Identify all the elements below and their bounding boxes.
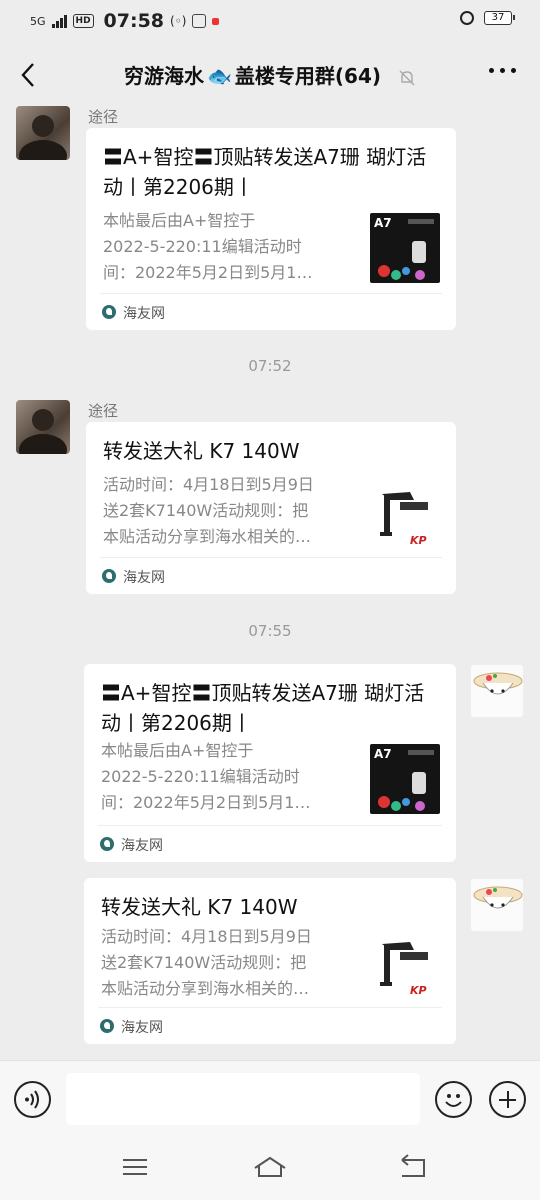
timestamp: 07:55 <box>248 622 292 640</box>
message-input[interactable] <box>66 1073 420 1125</box>
battery-icon: 37 <box>484 11 515 25</box>
card-title: 〓A+智控〓顶贴转发送A7珊 瑚灯活动丨第2206期丨 <box>103 145 427 199</box>
fish-emoji: 🐟 <box>207 64 232 88</box>
avatar[interactable] <box>16 400 70 454</box>
link-card[interactable]: 转发送大礼 K7 140W 活动时间：4月18日到5月9日 送2套K7140W活动… <box>86 422 456 594</box>
svg-text:KP: KP <box>410 984 427 997</box>
screen-icon <box>192 14 207 28</box>
card-title: 转发送大礼 K7 140W <box>103 439 300 463</box>
return-icon[interactable] <box>394 1152 430 1182</box>
link-card[interactable]: 〓A+智控〓顶贴转发送A7珊 瑚灯活动丨第2206期丨 本帖最后由A+智控于 20… <box>86 128 456 330</box>
link-card[interactable]: 〓A+智控〓顶贴转发送A7珊 瑚灯活动丨第2206期丨 本帖最后由A+智控于 20… <box>84 664 456 862</box>
status-right: 37 <box>460 11 515 25</box>
source-icon <box>100 837 114 851</box>
card-description: 活动时间：4月18日到5月9日 送2套K7140W活动规则：把 本贴活动分享到海水相… <box>103 475 314 546</box>
status-time: 07:58 <box>103 10 165 32</box>
more-dots-icon[interactable] <box>489 68 516 73</box>
voice-icon <box>25 1090 39 1109</box>
timestamp: 07:52 <box>248 357 292 375</box>
card-title: 〓A+智控〓顶贴转发送A7珊 瑚灯活动丨第2206期丨 <box>101 681 425 735</box>
card-source: 海友网 <box>98 825 442 862</box>
source-icon <box>102 569 116 583</box>
card-description: 本帖最后由A+智控于 2022-5-220:11编辑活动时 间：2022年5月2日到… <box>101 741 311 812</box>
battery-level: 37 <box>491 12 505 23</box>
message-outgoing: 〓A+智控〓顶贴转发送A7珊 瑚灯活动丨第2206期丨 本帖最后由A+智控于 20… <box>0 662 540 864</box>
avatar[interactable] <box>16 106 70 160</box>
chat-title-text-1: 穷游海水 <box>124 64 204 88</box>
card-thumbnail: A7 <box>370 213 440 283</box>
card-description: 本帖最后由A+智控于 2022-5-220:11编辑活动时 间：2022年5月2日到… <box>103 211 313 282</box>
source-icon <box>102 305 116 319</box>
source-name: 海友网 <box>121 1020 163 1036</box>
input-bar <box>0 1060 540 1141</box>
card-description: 活动时间：4月18日到5月9日 送2套K7140W活动规则：把 本贴活动分享到海水相… <box>101 927 312 998</box>
avatar[interactable] <box>470 878 524 932</box>
sender-name: 途径 <box>88 108 119 126</box>
emoji-button[interactable] <box>435 1081 472 1118</box>
emoji-icon <box>445 1094 462 1107</box>
network-type: 5G <box>30 14 46 28</box>
card-title: 转发送大礼 K7 140W <box>101 895 298 919</box>
card-thumbnail: KP <box>370 480 440 550</box>
avatar[interactable] <box>470 664 524 718</box>
status-left: 5G HD 07:58 (◦) <box>30 10 220 32</box>
status-bar: 5G HD 07:58 (◦) 37 <box>0 0 540 40</box>
system-navigation <box>0 1140 540 1200</box>
bell-off-icon <box>399 70 415 85</box>
card-source: 海友网 <box>100 293 442 330</box>
chat-title-text-2: 盖楼专用群(64) <box>234 64 382 88</box>
source-name: 海友网 <box>123 306 165 322</box>
message-outgoing: 转发送大礼 K7 140W 活动时间：4月18日到5月9日 送2套K7140W活动… <box>0 876 540 1048</box>
notification-icon <box>212 17 220 25</box>
nfc-icon: (◦) <box>170 14 187 28</box>
message-incoming: 途径 转发送大礼 K7 140W 活动时间：4月18日到5月9日 送2套K7140… <box>0 398 540 598</box>
svg-text:KP: KP <box>410 534 427 547</box>
alarm-icon <box>460 11 474 25</box>
link-card[interactable]: 转发送大礼 K7 140W 活动时间：4月18日到5月9日 送2套K7140W活动… <box>84 878 456 1044</box>
svg-text:A7: A7 <box>374 216 392 230</box>
source-icon <box>100 1019 114 1033</box>
card-thumbnail: KP <box>370 930 440 1000</box>
source-name: 海友网 <box>123 570 165 586</box>
chat-header: 穷游海水 🐟 盖楼专用群(64) <box>0 48 540 104</box>
sender-name: 途径 <box>88 402 119 420</box>
menu-icon[interactable] <box>117 1152 153 1182</box>
message-incoming: 途径 〓A+智控〓顶贴转发送A7珊 瑚灯活动丨第2206期丨 本帖最后由A+智控… <box>0 104 540 334</box>
hd-badge: HD <box>72 14 94 28</box>
chat-area[interactable]: 途径 〓A+智控〓顶贴转发送A7珊 瑚灯活动丨第2206期丨 本帖最后由A+智控… <box>0 104 540 1060</box>
card-source: 海友网 <box>98 1007 442 1044</box>
home-icon[interactable] <box>252 1152 288 1182</box>
signal-icon <box>51 14 67 28</box>
source-name: 海友网 <box>121 838 163 854</box>
svg-text:A7: A7 <box>374 747 392 761</box>
voice-button[interactable] <box>14 1081 51 1118</box>
chat-title: 穷游海水 🐟 盖楼专用群(64) <box>0 60 540 89</box>
plus-icon[interactable] <box>489 1081 526 1118</box>
card-source: 海友网 <box>100 557 442 594</box>
card-thumbnail: A7 <box>370 744 440 814</box>
